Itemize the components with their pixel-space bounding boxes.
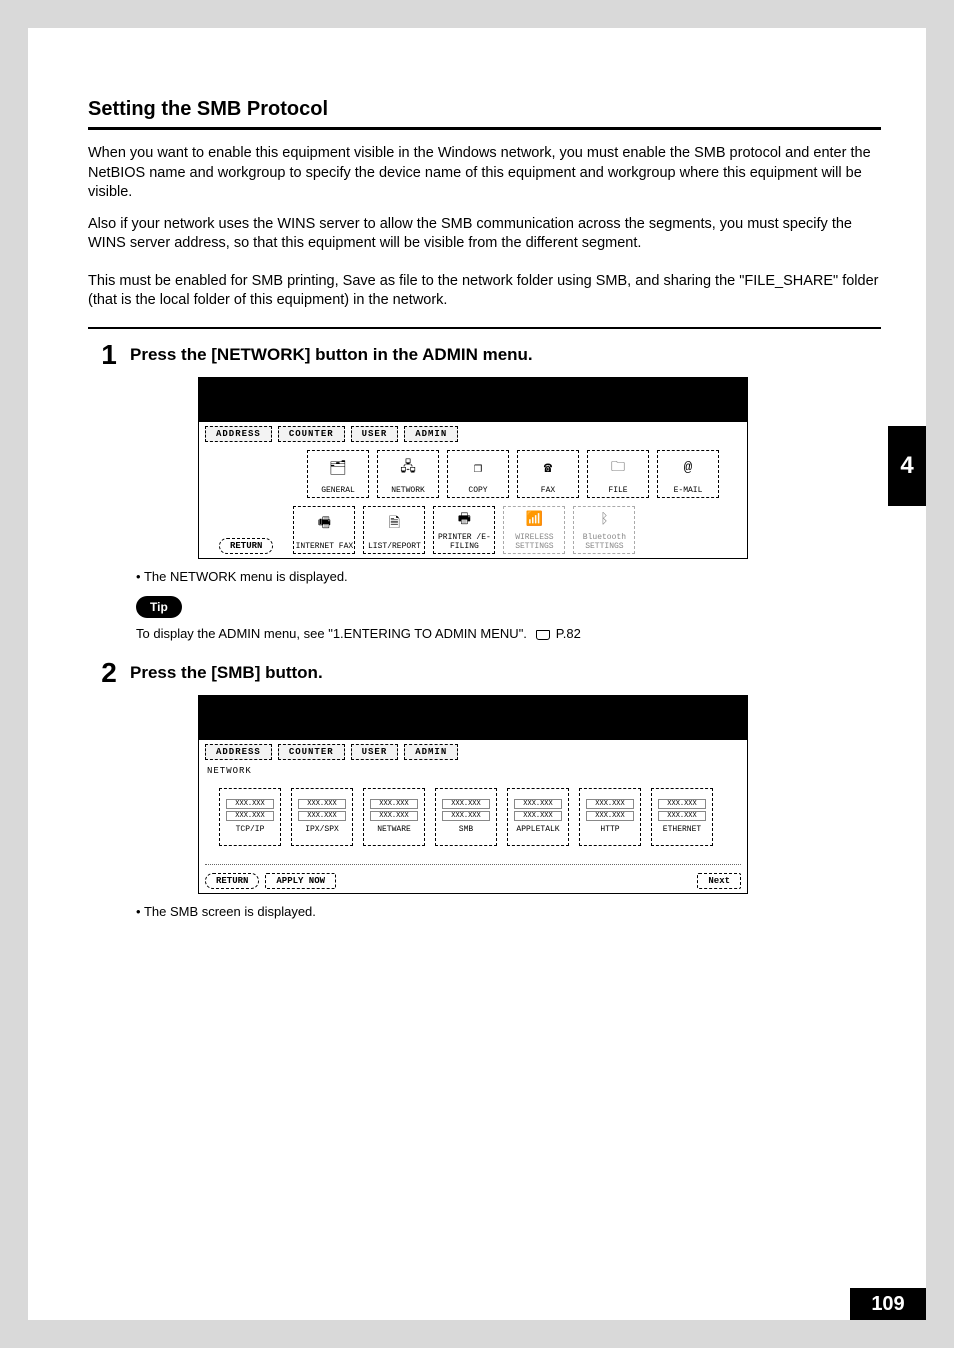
btn-network: 🖧NETWORK [377, 450, 439, 498]
top-tabs-row-2: ADDRESS COUNTER USER ADMIN [199, 740, 747, 764]
chapter-side-tab: 4 [888, 426, 926, 506]
tab-admin-2: ADMIN [404, 744, 458, 760]
next-button: Next [697, 873, 741, 889]
intro-paragraph-3: This must be enabled for SMB printing, S… [88, 272, 881, 311]
btn-ethernet: XXX.XXXXXX.XXXETHERNET [651, 788, 713, 846]
tab-user-2: USER [351, 744, 399, 760]
tip-text: To display the ADMIN menu, see "1.ENTERI… [136, 626, 881, 641]
document-page: Setting the SMB Protocol When you want t… [28, 28, 926, 1320]
printer-icon: 🖶 [458, 507, 471, 533]
step-2-bullet: The SMB screen is displayed. [136, 904, 881, 919]
btn-internet-fax: 🖷INTERNET FAX [293, 506, 355, 554]
btn-printer-efiling: 🖶PRINTER /E-FILING [433, 506, 495, 554]
tab-admin: ADMIN [404, 426, 458, 442]
step-1-title: Press the [NETWORK] button in the ADMIN … [130, 339, 533, 369]
wireless-icon: 📶 [526, 507, 543, 533]
return-button-screen1: RETURN [219, 538, 273, 554]
tab-address: ADDRESS [205, 426, 272, 442]
step-1-number: 1 [88, 339, 130, 369]
admin-icons-row-1: 🗂GENERAL 🖧NETWORK ❐COPY ☎FAX 🗀FILE @E-MA… [199, 446, 747, 502]
btn-netware: XXX.XXXXXX.XXXNETWARE [363, 788, 425, 846]
tip-badge: Tip [136, 596, 182, 618]
step-2-number: 2 [88, 657, 130, 687]
intro-paragraph-2: Also if your network uses the WINS serve… [88, 215, 881, 254]
internet-fax-icon: 🖷 [318, 507, 331, 542]
btn-http: XXX.XXXXXX.XXXHTTP [579, 788, 641, 846]
tab-address-2: ADDRESS [205, 744, 272, 760]
tip-text-content: To display the ADMIN menu, see "1.ENTERI… [136, 626, 527, 641]
page-number: 109 [850, 1288, 926, 1320]
step-1: 1 Press the [NETWORK] button in the ADMI… [88, 339, 881, 369]
tip-page-ref: P.82 [556, 626, 581, 641]
btn-bluetooth-settings: ᛒBluetooth SETTINGS [573, 506, 635, 554]
section-title: Setting the SMB Protocol [88, 98, 881, 130]
btn-smb: XXX.XXXXXX.XXXSMB [435, 788, 497, 846]
step-2-title: Press the [SMB] button. [130, 657, 323, 687]
admin-icons-row-2: RETURN 🖷INTERNET FAX 🗎LIST/REPORT 🖶PRINT… [199, 502, 747, 558]
tab-counter: COUNTER [278, 426, 345, 442]
apply-now-button: APPLY NOW [265, 873, 336, 889]
top-tabs-row: ADDRESS COUNTER USER ADMIN [199, 422, 747, 446]
btn-tcpip: XXX.XXXXXX.XXXTCP/IP [219, 788, 281, 846]
admin-menu-screenshot: ADDRESS COUNTER USER ADMIN 🗂GENERAL 🖧NET… [198, 377, 881, 559]
btn-wireless-settings: 📶WIRELESS SETTINGS [503, 506, 565, 554]
btn-list-report: 🗎LIST/REPORT [363, 506, 425, 554]
btn-appletalk: XXX.XXXXXX.XXXAPPLETALK [507, 788, 569, 846]
fax-icon: ☎ [544, 451, 552, 486]
divider-line [88, 327, 881, 329]
btn-file: 🗀FILE [587, 450, 649, 498]
bluetooth-icon: ᛒ [600, 507, 608, 533]
email-icon: @ [684, 451, 692, 486]
btn-copy: ❐COPY [447, 450, 509, 498]
list-report-icon: 🗎 [389, 507, 400, 542]
network-screen-label: NETWORK [199, 764, 747, 778]
return-button-screen2: RETURN [205, 873, 259, 889]
tab-counter-2: COUNTER [278, 744, 345, 760]
btn-fax: ☎FAX [517, 450, 579, 498]
network-icon: 🖧 [400, 451, 416, 486]
network-menu-screenshot: ADDRESS COUNTER USER ADMIN NETWORK XXX.X… [198, 695, 881, 894]
screen-header-bar-2 [199, 696, 747, 740]
step-2: 2 Press the [SMB] button. [88, 657, 881, 687]
tab-user: USER [351, 426, 399, 442]
general-icon: 🗂 [329, 451, 347, 486]
screen-header-bar [199, 378, 747, 422]
btn-email: @E-MAIL [657, 450, 719, 498]
intro-paragraph-1: When you want to enable this equipment v… [88, 144, 881, 203]
network-buttons-row: XXX.XXXXXX.XXXTCP/IP XXX.XXXXXX.XXXIPX/S… [199, 778, 747, 860]
network-footer-row: RETURN APPLY NOW Next [199, 869, 747, 893]
step-1-bullet: The NETWORK menu is displayed. [136, 569, 881, 584]
copy-icon: ❐ [474, 451, 482, 486]
book-icon [536, 630, 550, 640]
file-icon: 🗀 [611, 451, 625, 486]
btn-general: 🗂GENERAL [307, 450, 369, 498]
btn-ipxspx: XXX.XXXXXX.XXXIPX/SPX [291, 788, 353, 846]
